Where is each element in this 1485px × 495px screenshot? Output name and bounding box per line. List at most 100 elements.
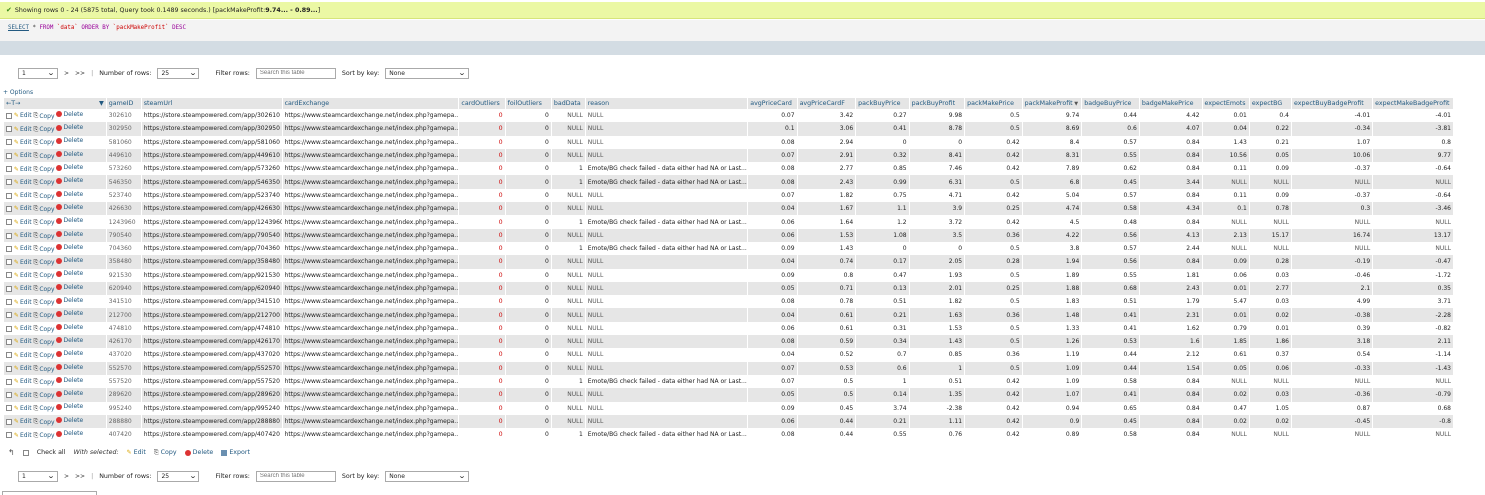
cell-expectemots[interactable]: NULL [1201, 374, 1250, 389]
cell-packbuyprice[interactable]: 0.27 [855, 109, 910, 123]
bulk-edit-button[interactable]: ✎ Edit [127, 449, 146, 456]
sort-arrow-icon[interactable]: ▼ [99, 100, 104, 107]
cell-packmakeprice[interactable]: 0.42 [964, 414, 1023, 429]
cell-packmakeprofit[interactable]: 1.09 [1021, 361, 1082, 375]
edit-button[interactable]: ✎ Edit [14, 418, 32, 425]
cell-expectbuybadgeprofit[interactable]: NULL [1290, 241, 1373, 256]
cell-packbuyprofit[interactable]: 7.46 [908, 162, 965, 176]
cell-expectemots[interactable]: NULL [1201, 241, 1250, 256]
cell-avgpricecard[interactable]: 0.08 [747, 135, 798, 149]
cell-badgemakeprice[interactable]: 0.84 [1138, 188, 1203, 203]
cell-packmakeprofit[interactable]: 0.94 [1021, 401, 1082, 415]
page-select-bottom[interactable]: 1 ⌄ [18, 470, 58, 482]
edit-button[interactable]: ✎ Edit [14, 338, 32, 345]
cell-steamurl[interactable]: https://store.steampowered.com/app/30295… [140, 122, 283, 136]
edit-button[interactable]: ✎ Edit [14, 219, 32, 226]
cell-reason[interactable]: NULL [584, 255, 748, 269]
column-header-expectbg[interactable]: expectBG [1248, 98, 1292, 109]
delete-button[interactable]: Delete [56, 217, 83, 224]
cell-packmakeprice[interactable]: 0.25 [964, 281, 1023, 296]
cell-foiloutliers[interactable]: 0 [504, 148, 552, 163]
cell-expectbg[interactable]: 0.37 [1248, 348, 1292, 362]
cell-reason[interactable]: NULL [584, 188, 748, 203]
cell-reason[interactable]: NULL [584, 348, 748, 362]
cell-baddata[interactable]: 1 [550, 175, 586, 189]
cell-expectemots[interactable]: NULL [1201, 175, 1250, 189]
cell-expectbuybadgeprofit[interactable]: 10.06 [1290, 148, 1373, 163]
cell-cardoutliers[interactable]: 0 [458, 188, 506, 203]
column-header-steamurl[interactable]: steamUrl [140, 98, 283, 109]
cell-expectbg[interactable]: 0.03 [1248, 268, 1292, 282]
cell-badgebuyprice[interactable]: 0.41 [1081, 308, 1140, 322]
cell-packbuyprofit[interactable]: 2.01 [908, 281, 965, 296]
cell-expectbg[interactable]: 0.06 [1248, 361, 1292, 375]
cell-avgpricecard[interactable]: 0.04 [747, 202, 798, 216]
cell-avgpricecardf[interactable]: 1.67 [796, 202, 856, 216]
column-header-reason[interactable]: reason [584, 98, 748, 109]
copy-button[interactable]: ⎘ Copy [34, 245, 55, 253]
cell-packbuyprofit[interactable]: 3.5 [908, 228, 965, 242]
cell-foiloutliers[interactable]: 0 [504, 241, 552, 256]
cell-packmakeprofit[interactable]: 3.8 [1021, 241, 1082, 256]
edit-button[interactable]: ✎ Edit [14, 405, 32, 412]
cell-foiloutliers[interactable]: 0 [504, 255, 552, 269]
cell-cardoutliers[interactable]: 0 [458, 255, 506, 269]
cell-expectmakebadgeprofit[interactable]: 3.71 [1372, 295, 1453, 309]
query-textarea[interactable] [2, 491, 97, 495]
delete-button[interactable]: Delete [56, 137, 83, 144]
cell-packbuyprofit[interactable]: 3.72 [908, 215, 965, 229]
row-checkbox[interactable] [6, 219, 12, 226]
edit-button[interactable]: ✎ Edit [14, 352, 32, 359]
cell-foiloutliers[interactable]: 0 [504, 374, 552, 389]
cell-expectemots[interactable]: 0.04 [1201, 122, 1250, 136]
column-header-cardoutliers[interactable]: cardOutliers [458, 98, 506, 109]
cell-avgpricecardf[interactable]: 0.5 [796, 388, 856, 402]
cell-packbuyprofit[interactable]: 1.82 [908, 295, 965, 309]
cell-expectbg[interactable]: 0.09 [1248, 162, 1292, 176]
cell-avgpricecardf[interactable]: 0.53 [796, 361, 856, 375]
cell-gameid[interactable]: 341510 [105, 295, 142, 309]
copy-button[interactable]: ⎘ Copy [34, 352, 55, 360]
cell-packbuyprice[interactable]: 0.17 [855, 255, 910, 269]
cell-packmakeprofit[interactable]: 1.33 [1021, 321, 1082, 336]
cell-reason[interactable]: NULL [584, 335, 748, 349]
cell-reason[interactable]: NULL [584, 228, 748, 242]
cell-packmakeprofit[interactable]: 4.74 [1021, 202, 1082, 216]
cell-packbuyprofit[interactable]: 8.78 [908, 122, 965, 136]
delete-button[interactable]: Delete [56, 284, 83, 291]
cell-cardexchange[interactable]: https://www.steamcardexchange.net/index.… [281, 228, 459, 242]
cell-expectbuybadgeprofit[interactable]: -0.38 [1290, 308, 1373, 322]
copy-button[interactable]: ⎘ Copy [34, 259, 55, 267]
edit-button[interactable]: ✎ Edit [14, 325, 32, 332]
cell-badgemakeprice[interactable]: 4.07 [1138, 122, 1203, 136]
cell-expectbuybadgeprofit[interactable]: 0.87 [1290, 401, 1373, 415]
cell-packbuyprice[interactable]: 1.2 [855, 215, 910, 229]
cell-badgemakeprice[interactable]: 1.81 [1138, 268, 1203, 282]
cell-badgemakeprice[interactable]: 0.84 [1138, 215, 1203, 229]
cell-expectbuybadgeprofit[interactable]: -0.37 [1290, 188, 1373, 203]
cell-steamurl[interactable]: https://store.steampowered.com/app/34151… [140, 295, 283, 309]
delete-button[interactable]: Delete [56, 151, 83, 158]
cell-packmakeprice[interactable]: 0.5 [964, 109, 1023, 123]
cell-foiloutliers[interactable]: 0 [504, 348, 552, 362]
cell-steamurl[interactable]: https://store.steampowered.com/app/47481… [140, 321, 283, 336]
cell-packbuyprice[interactable]: 0.7 [855, 348, 910, 362]
delete-button[interactable]: Delete [56, 164, 83, 171]
cell-expectemots[interactable]: 5.47 [1201, 295, 1250, 309]
cell-badgebuyprice[interactable]: 0.44 [1081, 361, 1140, 375]
column-header-badgemakeprice[interactable]: badgeMakePrice [1138, 98, 1203, 109]
edit-button[interactable]: ✎ Edit [14, 378, 32, 385]
cell-avgpricecardf[interactable]: 0.8 [796, 268, 856, 282]
cell-badgemakeprice[interactable]: 1.62 [1138, 321, 1203, 336]
cell-avgpricecard[interactable]: 0.08 [747, 175, 798, 189]
cell-packmakeprice[interactable]: 0.42 [964, 428, 1023, 442]
cell-packmakeprofit[interactable]: 5.04 [1021, 188, 1082, 203]
cell-cardoutliers[interactable]: 0 [458, 109, 506, 123]
cell-avgpricecardf[interactable]: 0.45 [796, 401, 856, 415]
cell-foiloutliers[interactable]: 0 [504, 188, 552, 203]
cell-badgebuyprice[interactable]: 0.45 [1081, 175, 1140, 189]
cell-gameid[interactable]: 546350 [105, 175, 142, 189]
cell-badgemakeprice[interactable]: 0.84 [1138, 135, 1203, 149]
cell-foiloutliers[interactable]: 0 [504, 122, 552, 136]
cell-expectbg[interactable]: NULL [1248, 428, 1292, 442]
